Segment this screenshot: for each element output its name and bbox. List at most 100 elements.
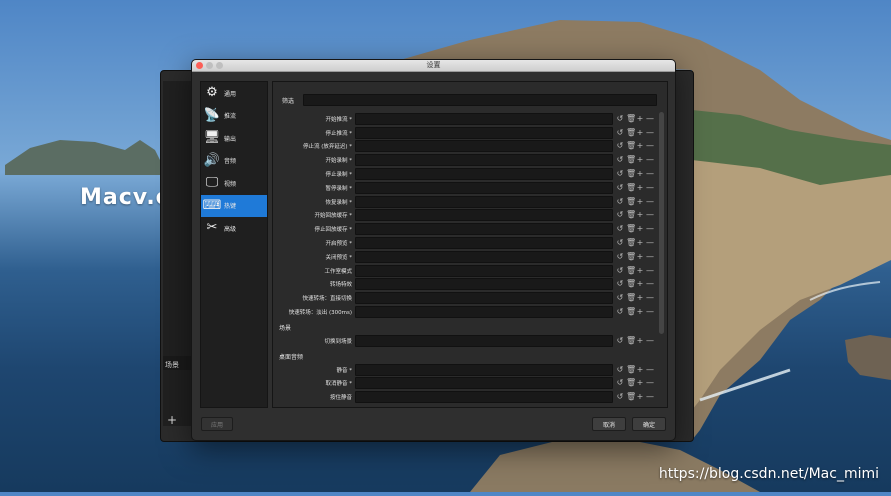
trash-icon[interactable]: 🗑 bbox=[626, 197, 636, 207]
reset-icon[interactable]: ↺ bbox=[616, 128, 624, 138]
trash-icon[interactable]: 🗑 bbox=[626, 252, 636, 262]
hotkey-input[interactable] bbox=[355, 126, 613, 139]
trash-icon[interactable]: 🗑 bbox=[626, 141, 636, 151]
hotkey-input[interactable] bbox=[355, 391, 613, 404]
trash-icon[interactable]: 🗑 bbox=[626, 307, 636, 317]
reset-icon[interactable]: ↺ bbox=[616, 252, 624, 262]
plus-icon[interactable]: + bbox=[636, 155, 644, 165]
plus-icon[interactable]: + bbox=[636, 336, 644, 346]
minus-icon[interactable]: — bbox=[646, 392, 654, 402]
minus-icon[interactable]: — bbox=[646, 238, 654, 248]
plus-icon[interactable]: + bbox=[636, 114, 644, 124]
reset-icon[interactable]: ↺ bbox=[616, 197, 624, 207]
trash-icon[interactable]: 🗑 bbox=[626, 279, 636, 289]
reset-icon[interactable]: ↺ bbox=[616, 392, 624, 402]
trash-icon[interactable]: 🗑 bbox=[626, 378, 636, 388]
reset-icon[interactable]: ↺ bbox=[616, 169, 624, 179]
plus-icon[interactable]: + bbox=[636, 141, 644, 151]
reset-icon[interactable]: ↺ bbox=[616, 238, 624, 248]
trash-icon[interactable]: 🗑 bbox=[626, 336, 636, 346]
plus-icon[interactable]: + bbox=[636, 197, 644, 207]
minus-icon[interactable]: — bbox=[646, 141, 654, 151]
minus-icon[interactable]: — bbox=[646, 266, 654, 276]
plus-icon[interactable]: + bbox=[636, 365, 644, 375]
minus-icon[interactable]: — bbox=[646, 114, 654, 124]
reset-icon[interactable]: ↺ bbox=[616, 155, 624, 165]
hotkey-input[interactable] bbox=[355, 112, 613, 125]
minus-icon[interactable]: — bbox=[646, 169, 654, 179]
trash-icon[interactable]: 🗑 bbox=[626, 266, 636, 276]
minus-icon[interactable]: — bbox=[646, 279, 654, 289]
hotkey-input[interactable] bbox=[355, 168, 613, 181]
minus-icon[interactable]: — bbox=[646, 365, 654, 375]
reset-icon[interactable]: ↺ bbox=[616, 224, 624, 234]
reset-icon[interactable]: ↺ bbox=[616, 183, 624, 193]
plus-icon[interactable]: + bbox=[636, 238, 644, 248]
sidebar-item-output[interactable]: 🖥 输出 bbox=[201, 127, 267, 150]
ok-button[interactable]: 确定 bbox=[632, 417, 666, 431]
minus-icon[interactable]: — bbox=[646, 183, 654, 193]
trash-icon[interactable]: 🗑 bbox=[626, 169, 636, 179]
hotkey-input[interactable] bbox=[355, 292, 613, 305]
plus-icon[interactable]: + bbox=[636, 128, 644, 138]
minus-icon[interactable]: — bbox=[646, 224, 654, 234]
vertical-scrollbar[interactable] bbox=[659, 112, 664, 334]
plus-icon[interactable]: + bbox=[636, 210, 644, 220]
plus-icon[interactable]: + bbox=[636, 183, 644, 193]
minus-icon[interactable]: — bbox=[646, 128, 654, 138]
reset-icon[interactable]: ↺ bbox=[616, 279, 624, 289]
hotkey-input[interactable] bbox=[355, 223, 613, 236]
trash-icon[interactable]: 🗑 bbox=[626, 114, 636, 124]
reset-icon[interactable]: ↺ bbox=[616, 114, 624, 124]
trash-icon[interactable]: 🗑 bbox=[626, 365, 636, 375]
hotkey-input[interactable] bbox=[355, 154, 613, 167]
trash-icon[interactable]: 🗑 bbox=[626, 183, 636, 193]
reset-icon[interactable]: ↺ bbox=[616, 293, 624, 303]
reset-icon[interactable]: ↺ bbox=[616, 307, 624, 317]
hotkey-input[interactable] bbox=[355, 377, 613, 390]
plus-icon[interactable]: + bbox=[636, 392, 644, 402]
cancel-button[interactable]: 取消 bbox=[592, 417, 626, 431]
plus-icon[interactable]: + bbox=[636, 252, 644, 262]
sidebar-item-advanced[interactable]: ✂ 高级 bbox=[201, 217, 267, 240]
filter-input[interactable] bbox=[303, 94, 657, 106]
sidebar-item-audio[interactable]: 🔊 音频 bbox=[201, 150, 267, 173]
reset-icon[interactable]: ↺ bbox=[616, 378, 624, 388]
plus-icon[interactable]: + bbox=[636, 307, 644, 317]
reset-icon[interactable]: ↺ bbox=[616, 141, 624, 151]
minus-icon[interactable]: — bbox=[646, 378, 654, 388]
minus-icon[interactable]: — bbox=[646, 252, 654, 262]
sidebar-item-general[interactable]: ⚙ 通用 bbox=[201, 82, 267, 105]
hotkey-input[interactable] bbox=[355, 278, 613, 291]
hotkey-input[interactable] bbox=[355, 363, 613, 376]
sidebar-item-stream[interactable]: 📡 推流 bbox=[201, 105, 267, 128]
title-bar[interactable]: 设置 bbox=[192, 60, 675, 72]
trash-icon[interactable]: 🗑 bbox=[626, 128, 636, 138]
sidebar-item-video[interactable]: 🖵 视频 bbox=[201, 172, 267, 195]
sidebar-item-hotkeys[interactable]: ⌨ 热键 bbox=[201, 194, 267, 217]
hotkey-input[interactable] bbox=[355, 237, 613, 250]
reset-icon[interactable]: ↺ bbox=[616, 365, 624, 375]
minus-icon[interactable]: — bbox=[646, 293, 654, 303]
plus-icon[interactable]: + bbox=[636, 224, 644, 234]
plus-icon[interactable]: + bbox=[636, 279, 644, 289]
hotkey-input[interactable] bbox=[355, 140, 613, 153]
reset-icon[interactable]: ↺ bbox=[616, 210, 624, 220]
trash-icon[interactable]: 🗑 bbox=[626, 224, 636, 234]
reset-icon[interactable]: ↺ bbox=[616, 266, 624, 276]
trash-icon[interactable]: 🗑 bbox=[626, 238, 636, 248]
trash-icon[interactable]: 🗑 bbox=[626, 293, 636, 303]
hotkey-input[interactable] bbox=[355, 334, 613, 347]
trash-icon[interactable]: 🗑 bbox=[626, 210, 636, 220]
plus-icon[interactable]: + bbox=[636, 378, 644, 388]
apply-button[interactable]: 应用 bbox=[201, 417, 233, 431]
minus-icon[interactable]: — bbox=[646, 210, 654, 220]
minus-icon[interactable]: — bbox=[646, 197, 654, 207]
minus-icon[interactable]: — bbox=[646, 336, 654, 346]
hotkey-input[interactable] bbox=[355, 195, 613, 208]
plus-icon[interactable]: + bbox=[636, 169, 644, 179]
minus-icon[interactable]: — bbox=[646, 307, 654, 317]
add-scene-button[interactable]: + bbox=[167, 413, 177, 427]
hotkey-input[interactable] bbox=[355, 181, 613, 194]
plus-icon[interactable]: + bbox=[636, 266, 644, 276]
